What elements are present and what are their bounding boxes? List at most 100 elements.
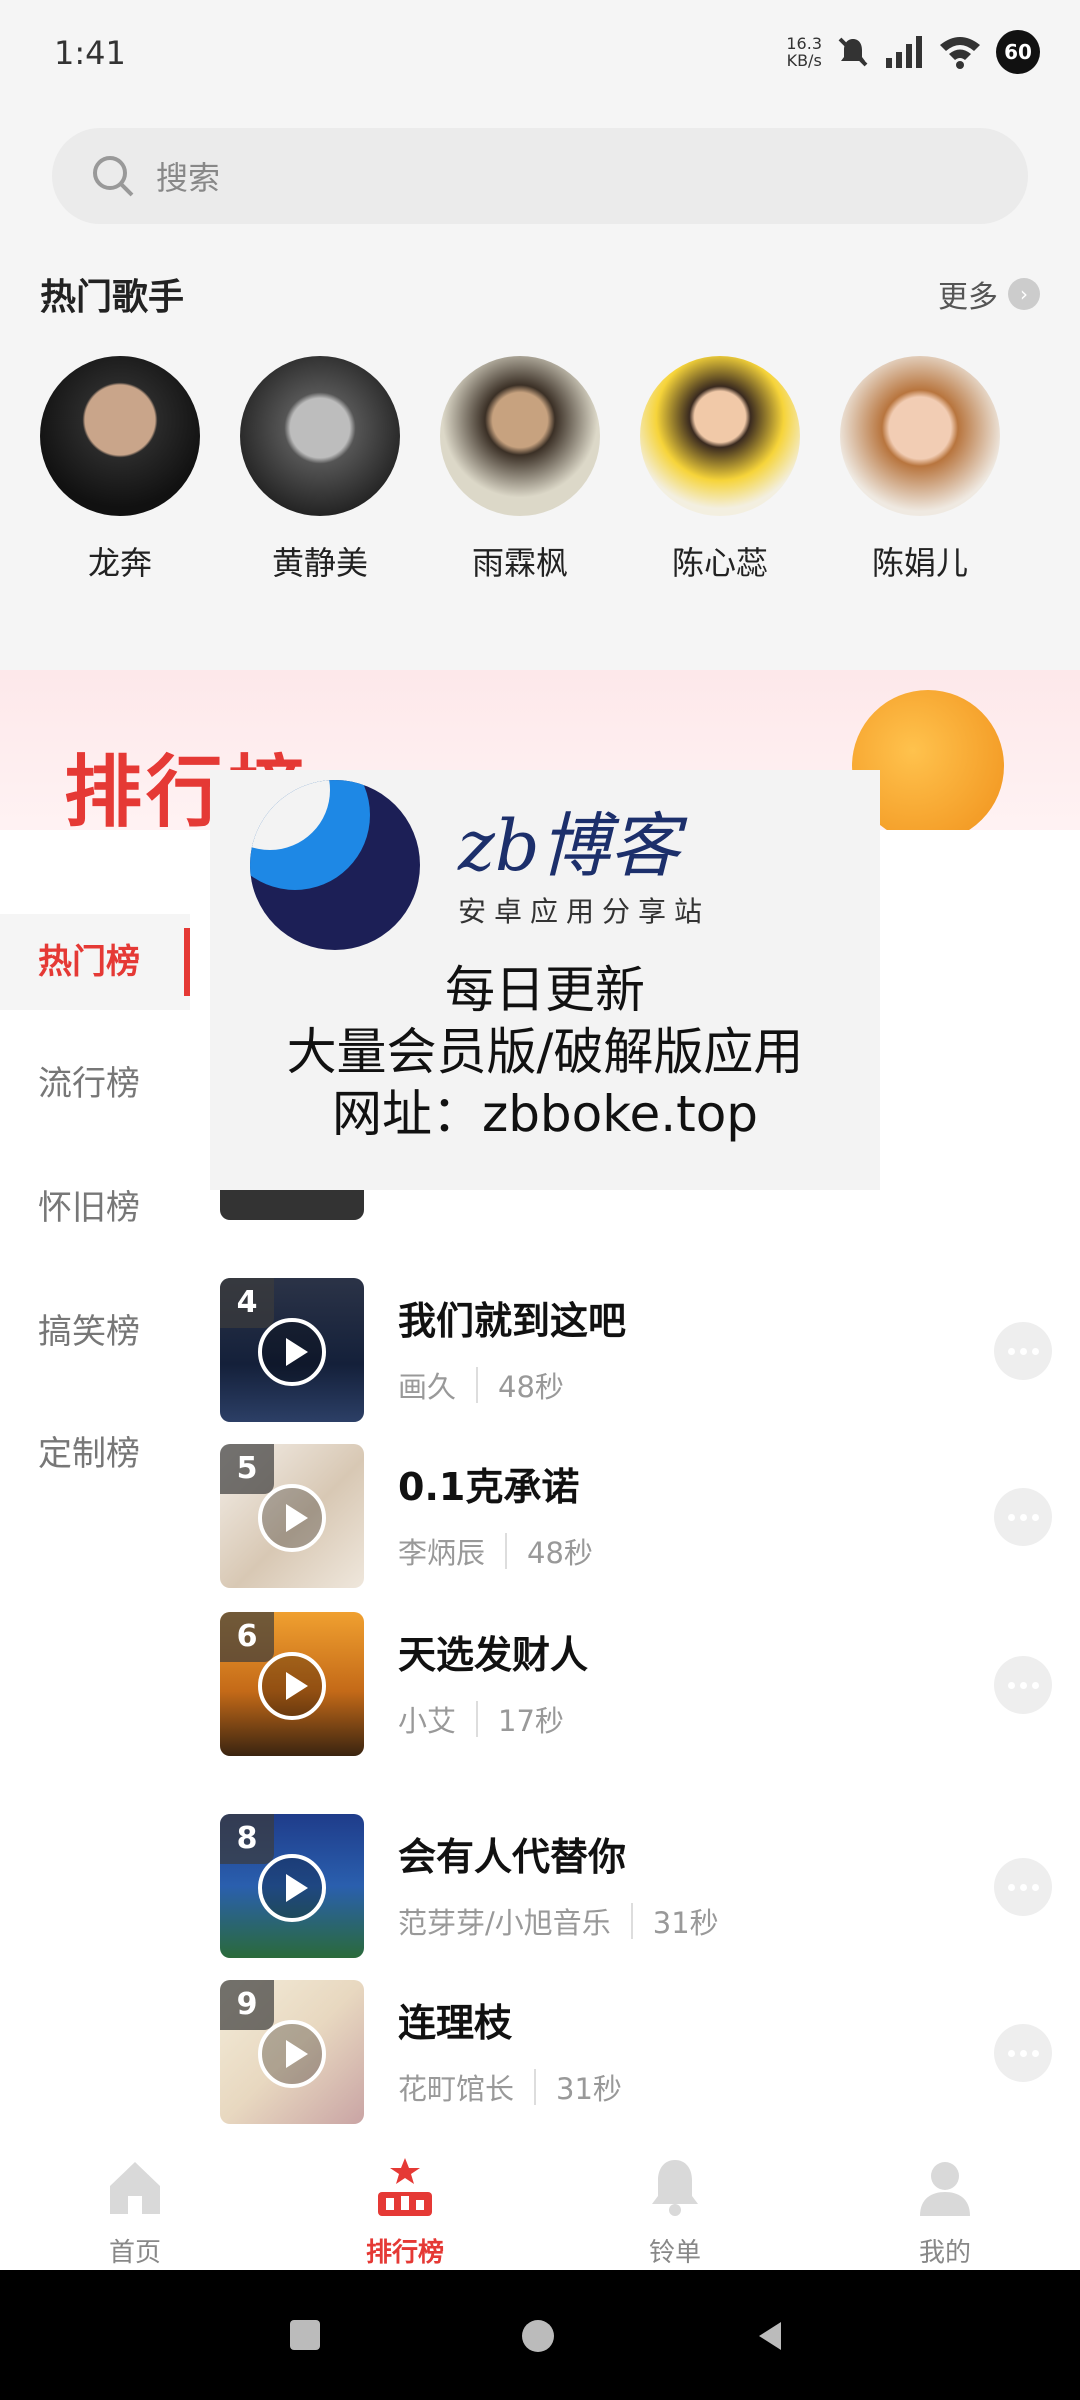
- singer-name: 龙奔: [87, 544, 152, 582]
- song-meta: 花町馆长 31秒: [398, 2066, 622, 2108]
- nav-home[interactable]: 首页: [35, 2156, 235, 2269]
- song-row[interactable]: 4 我们就到这吧 画久 48秒: [220, 1278, 1080, 1424]
- song-duration: 31秒: [556, 2072, 622, 2106]
- bell-icon: [652, 2160, 698, 2216]
- song-row[interactable]: 6 天选发财人 小艾 17秒: [220, 1612, 1080, 1758]
- user-icon: [920, 2162, 970, 2216]
- song-duration: 31秒: [652, 1906, 719, 1940]
- singer-item[interactable]: 龙奔: [40, 356, 200, 584]
- song-artist: 画久: [398, 1370, 457, 1404]
- system-nav-bar: [0, 2270, 1080, 2400]
- status-bar: 1:41 16.3 KB/s 60: [0, 0, 1080, 110]
- promo-overlay: zb博客 安卓应用分享站 每日更新 大量会员版/破解版应用 网址：zbboke.…: [210, 770, 880, 1190]
- category-nostalgic[interactable]: 怀旧榜: [0, 1160, 190, 1256]
- singer-item[interactable]: 黄静美: [240, 356, 400, 584]
- play-icon[interactable]: [258, 2020, 326, 2088]
- song-artist: 范芽芽/小旭音乐: [398, 1906, 611, 1940]
- singer-name: 雨霖枫: [471, 544, 568, 582]
- search-placeholder: 搜索: [156, 159, 221, 197]
- song-duration: 17秒: [498, 1704, 564, 1738]
- nav-label: 排行榜: [365, 2238, 444, 2268]
- singer-item[interactable]: 陈娟儿: [840, 356, 1000, 584]
- singer-item[interactable]: 雨霖枫: [440, 356, 600, 584]
- song-duration: 48秒: [498, 1370, 564, 1404]
- search-bar[interactable]: 搜索: [52, 128, 1028, 224]
- logo-icon: [250, 780, 420, 950]
- play-icon[interactable]: [258, 1854, 326, 1922]
- song-duration: 48秒: [527, 1536, 593, 1570]
- rank-number: 4: [220, 1278, 274, 1328]
- song-title: 0.1克承诺: [398, 1465, 580, 1509]
- category-label: 怀旧榜: [38, 1188, 140, 1228]
- rank-number: 5: [220, 1444, 274, 1494]
- category-hot[interactable]: 热门榜: [0, 914, 190, 1010]
- battery-indicator: 60: [996, 30, 1040, 74]
- category-funny[interactable]: 搞笑榜: [0, 1284, 190, 1380]
- search-icon: [93, 156, 134, 197]
- more-button[interactable]: 更多 ›: [938, 272, 1040, 316]
- hot-singers-header: 热门歌手 更多 ›: [40, 262, 1040, 322]
- net-speed: 16.3 KB/s: [786, 35, 822, 69]
- song-cover: 9: [220, 1980, 364, 2124]
- net-speed-value: 16.3: [786, 34, 822, 53]
- hot-singers-list: 龙奔 黄静美 雨霖枫 陈心蕊 陈娟儿: [40, 356, 1080, 586]
- promo-subtitle: 安卓应用分享站: [458, 895, 711, 928]
- avatar: [240, 356, 400, 516]
- song-title: 我们就到这吧: [398, 1299, 627, 1343]
- song-row[interactable]: 8 会有人代替你 范芽芽/小旭音乐 31秒: [220, 1814, 1080, 1960]
- song-row[interactable]: 5 0.1克承诺 李炳辰 48秒: [220, 1444, 1080, 1590]
- more-options-icon[interactable]: [994, 1488, 1052, 1546]
- divider: [630, 1903, 633, 1939]
- song-cover: 5: [220, 1444, 364, 1588]
- nav-ranking[interactable]: 排行榜: [305, 2156, 505, 2269]
- mute-icon: [838, 37, 868, 67]
- bottom-nav: 首页 排行榜 铃单 我的: [0, 2150, 1080, 2270]
- home-button-icon[interactable]: [522, 2320, 554, 2352]
- hot-singers-title: 热门歌手: [40, 277, 185, 318]
- category-popular[interactable]: 流行榜: [0, 1036, 190, 1132]
- promo-brand: zb博客: [458, 805, 680, 887]
- signal-icon: [886, 36, 922, 68]
- song-artist: 花町馆长: [398, 2072, 515, 2106]
- avatar: [840, 356, 1000, 516]
- song-meta: 范芽芽/小旭音乐 31秒: [398, 1900, 719, 1942]
- song-title: 会有人代替你: [398, 1835, 627, 1879]
- singer-item[interactable]: 陈心蕊: [640, 356, 800, 584]
- song-cover: 8: [220, 1814, 364, 1958]
- category-label: 定制榜: [38, 1434, 140, 1474]
- nav-mine[interactable]: 我的: [845, 2156, 1045, 2269]
- divider: [476, 1367, 479, 1403]
- chevron-right-icon: ›: [1008, 278, 1040, 310]
- avatar: [640, 356, 800, 516]
- play-icon[interactable]: [258, 1318, 326, 1386]
- nav-label: 我的: [918, 2238, 971, 2268]
- more-options-icon[interactable]: [994, 2024, 1052, 2082]
- play-icon[interactable]: [258, 1652, 326, 1720]
- more-options-icon[interactable]: [994, 1322, 1052, 1380]
- divider: [476, 1701, 479, 1737]
- song-meta: 李炳辰 48秒: [398, 1530, 593, 1572]
- play-icon[interactable]: [258, 1484, 326, 1552]
- more-options-icon[interactable]: [994, 1656, 1052, 1714]
- song-artist: 李炳辰: [398, 1536, 486, 1570]
- category-label: 热门榜: [38, 942, 140, 982]
- song-title: 天选发财人: [398, 1633, 589, 1677]
- song-meta: 画久 48秒: [398, 1364, 564, 1406]
- category-custom[interactable]: 定制榜: [0, 1406, 190, 1502]
- singer-name: 陈娟儿: [871, 544, 968, 582]
- status-time: 1:41: [54, 34, 126, 72]
- avatar: [440, 356, 600, 516]
- rank-number: 9: [220, 1980, 274, 2030]
- song-row[interactable]: 9 连理枝 花町馆长 31秒: [220, 1980, 1080, 2126]
- rank-number: 6: [220, 1612, 274, 1662]
- song-meta: 小艾 17秒: [398, 1698, 564, 1740]
- divider: [534, 2069, 537, 2105]
- more-options-icon[interactable]: [994, 1858, 1052, 1916]
- category-label: 搞笑榜: [38, 1312, 140, 1352]
- nav-bell[interactable]: 铃单: [575, 2156, 775, 2269]
- back-icon[interactable]: [755, 2320, 785, 2352]
- divider: [505, 1533, 508, 1569]
- category-label: 流行榜: [38, 1064, 140, 1104]
- singer-name: 黄静美: [271, 544, 368, 582]
- recent-apps-icon[interactable]: [290, 2320, 320, 2350]
